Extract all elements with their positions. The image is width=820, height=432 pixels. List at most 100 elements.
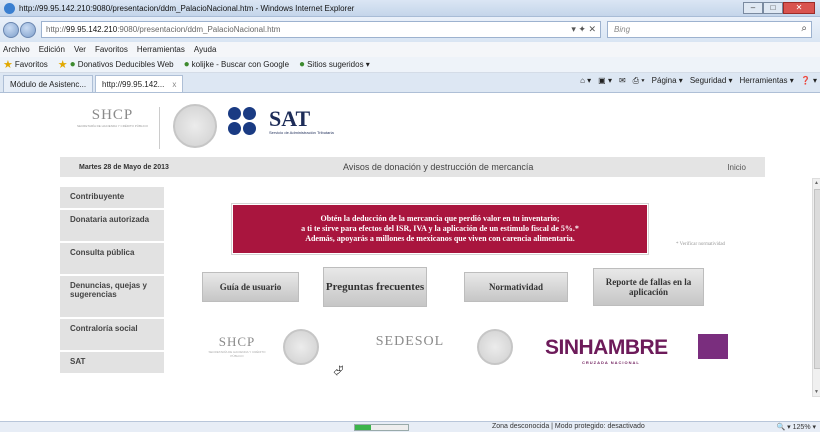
footer-shcp-logo: SHCP SECRETARÍA DE HACIENDA Y CRÉDITO PÚ… — [202, 334, 272, 368]
menu-favoritos[interactable]: Favoritos — [95, 45, 128, 54]
sidebar-item-denuncias[interactable]: Denuncias, quejas y sugerencias — [60, 276, 164, 319]
address-path: :9080/presentacion/ddm_PalacioNacional.h… — [117, 25, 281, 34]
footer-shcp-text: SHCP — [218, 334, 256, 349]
sidebar-item-donataria[interactable]: Donataria autorizada — [60, 210, 164, 243]
favorite-label: Donativos Deducibles Web — [77, 60, 174, 69]
mexico-seal-icon — [173, 104, 217, 148]
sinhambre-mark-icon — [698, 334, 728, 359]
verify-note: * Verificar normatividad — [676, 242, 726, 247]
scroll-down-icon[interactable]: ▼ — [814, 389, 819, 395]
section-title: Avisos de donación y destrucción de merc… — [343, 162, 534, 172]
page-content: SHCP SECRETARÍA DE HACIENDA Y CRÉDITO PÚ… — [47, 93, 820, 418]
sidebar-item-contribuyente[interactable]: Contribuyente — [60, 187, 164, 210]
sinhambre-logo-text: SINHAMBRE — [545, 336, 668, 359]
current-date: Martes 28 de Mayo de 2013 — [79, 163, 169, 171]
footer-shcp-subtitle: SECRETARÍA DE HACIENDA Y CRÉDITO PÚBLICO — [208, 350, 266, 358]
mouse-cursor-icon: ⮰ — [333, 363, 344, 378]
favorite-item-donativos[interactable]: ★ ● Donativos Deducibles Web — [58, 58, 174, 71]
google-icon: ● — [183, 59, 190, 70]
menu-herramientas[interactable]: Herramientas — [137, 45, 185, 54]
scrollbar-thumb[interactable] — [814, 189, 820, 369]
report-bugs-button[interactable]: Reporte de fallas en la aplicación — [593, 268, 704, 306]
normatividad-button[interactable]: Normatividad — [464, 272, 568, 302]
back-button[interactable] — [3, 21, 19, 38]
home-button[interactable]: ⌂ ▾ — [580, 76, 591, 86]
minimize-button[interactable]: – — [743, 2, 763, 14]
ie-page-icon: ● — [299, 59, 306, 70]
command-bar: ⌂ ▾ ▣ ▾ ✉ ⎙ ▾ Página ▾ Seguridad ▾ Herra… — [573, 76, 817, 86]
add-favorite-icon: ★ — [57, 59, 68, 71]
menu-archivo[interactable]: Archivo — [3, 45, 30, 54]
banner-line: a ti te sirve para efectos del ISR, IVA … — [301, 224, 579, 233]
window-title: http://99.95.142.210:9080/presentacion/d… — [19, 3, 355, 13]
sedesol-seal-icon — [477, 329, 513, 365]
search-input[interactable]: Bing ⌕ — [607, 21, 812, 38]
footer-seal-icon — [283, 329, 319, 365]
favorites-label: Favoritos — [14, 60, 48, 69]
ie-logo-icon — [4, 2, 15, 14]
window-controls: – □ ✕ — [743, 2, 815, 14]
address-prefix: http:// — [46, 25, 67, 34]
favorites-bar: ★ Favoritos ★ ● Donativos Deducibles Web… — [0, 57, 820, 73]
user-guide-button[interactable]: Guía de usuario — [202, 272, 299, 302]
menu-ayuda[interactable]: Ayuda — [194, 45, 217, 54]
banner-line: Obtén la deducción de la mercancía que p… — [320, 214, 560, 223]
address-controls[interactable]: ▾ ✦ ✕ — [571, 24, 596, 35]
print-button[interactable]: ⎙ ▾ — [633, 76, 645, 86]
shcp-logo-subtitle: SECRETARÍA DE HACIENDA Y CRÉDITO PÚBLICO — [77, 124, 148, 128]
maximize-button[interactable]: □ — [763, 2, 783, 14]
home-link[interactable]: Inicio — [727, 163, 746, 172]
favorite-item-google[interactable]: ● kolijke - Buscar con Google — [184, 59, 289, 70]
menu-edicion[interactable]: Edición — [39, 45, 65, 54]
menu-bar: Archivo Edición Ver Favoritos Herramient… — [0, 42, 820, 57]
page-viewport: SHCP SECRETARÍA DE HACIENDA Y CRÉDITO PÚ… — [0, 93, 820, 421]
close-tab-icon[interactable]: x — [172, 80, 176, 89]
tools-menu[interactable]: Herramientas ▾ — [740, 76, 794, 86]
sidebar-item-consulta[interactable]: Consulta pública — [60, 243, 164, 276]
favorite-label: kolijke - Buscar con Google — [191, 60, 290, 69]
security-menu[interactable]: Seguridad ▾ — [690, 76, 733, 86]
footer-logos: SHCP SECRETARÍA DE HACIENDA Y CRÉDITO PÚ… — [47, 324, 782, 384]
menu-ver[interactable]: Ver — [74, 45, 86, 54]
help-menu[interactable]: ❓ ▾ — [801, 76, 817, 86]
feeds-button[interactable]: ▣ ▾ — [598, 76, 612, 86]
sat-logo-subtitle: Servicio de Administración Tributaria — [269, 130, 334, 135]
favorite-label: Sitios sugeridos ▾ — [307, 60, 370, 69]
tab-modulo-asistencia[interactable]: Módulo de Asistenc... — [3, 75, 94, 92]
promo-banner[interactable]: Obtén la deducción de la mercancía que p… — [232, 204, 648, 254]
vertical-scrollbar[interactable]: ▲ ▼ — [812, 178, 820, 397]
sedesol-logo: SEDESOL — [370, 334, 450, 368]
security-zone: Zona desconocida | Modo protegido: desac… — [492, 423, 645, 430]
tab-current-page[interactable]: http://99.95.142... x — [95, 75, 184, 92]
banner-line: Además, apoyarás a millones de mexicanos… — [305, 234, 575, 243]
shcp-logo: SHCP SECRETARÍA DE HACIENDA Y CRÉDITO PÚ… — [66, 107, 160, 149]
forward-button[interactable] — [20, 21, 36, 38]
mail-button[interactable]: ✉ — [619, 76, 626, 86]
tab-label: Módulo de Asistenc... — [10, 79, 87, 89]
sat-logo-text: SAT — [269, 106, 311, 131]
close-window-button[interactable]: ✕ — [783, 2, 815, 14]
zoom-control[interactable]: 🔍 ▾ 125% ▾ — [777, 423, 816, 431]
search-placeholder: Bing — [614, 25, 631, 34]
navigation-bar: http:// 99.95.142.210 :9080/presentacion… — [0, 17, 820, 42]
address-host: 99.95.142.210 — [66, 25, 118, 34]
star-icon: ★ — [3, 59, 13, 71]
window-titlebar: http://99.95.142.210:9080/presentacion/d… — [0, 0, 820, 17]
tab-label: http://99.95.142... — [102, 79, 165, 89]
cruzada-nacional-text: CRUZADA NACIONAL — [582, 360, 640, 365]
address-bar[interactable]: http:// 99.95.142.210 :9080/presentacion… — [41, 21, 601, 38]
sedesol-logo-text: SEDESOL — [375, 334, 445, 349]
faq-button[interactable]: Preguntas frecuentes — [323, 267, 427, 307]
loading-progress — [354, 424, 409, 431]
sat-dots-icon — [228, 107, 264, 137]
page-menu[interactable]: Página ▾ — [652, 76, 683, 86]
ie-page-icon: ● — [69, 59, 76, 70]
favorite-item-sitios[interactable]: ● Sitios sugeridos ▾ — [299, 59, 370, 70]
header-logos: SHCP SECRETARÍA DE HACIENDA Y CRÉDITO PÚ… — [47, 93, 782, 159]
status-bar: Zona desconocida | Modo protegido: desac… — [0, 421, 820, 432]
shcp-logo-text: SHCP — [91, 107, 134, 123]
search-icon[interactable]: ⌕ — [801, 23, 807, 34]
date-bar: Martes 28 de Mayo de 2013 Avisos de dona… — [60, 157, 765, 177]
scroll-up-icon[interactable]: ▲ — [814, 180, 819, 186]
favorites-button[interactable]: ★ Favoritos — [3, 58, 48, 71]
